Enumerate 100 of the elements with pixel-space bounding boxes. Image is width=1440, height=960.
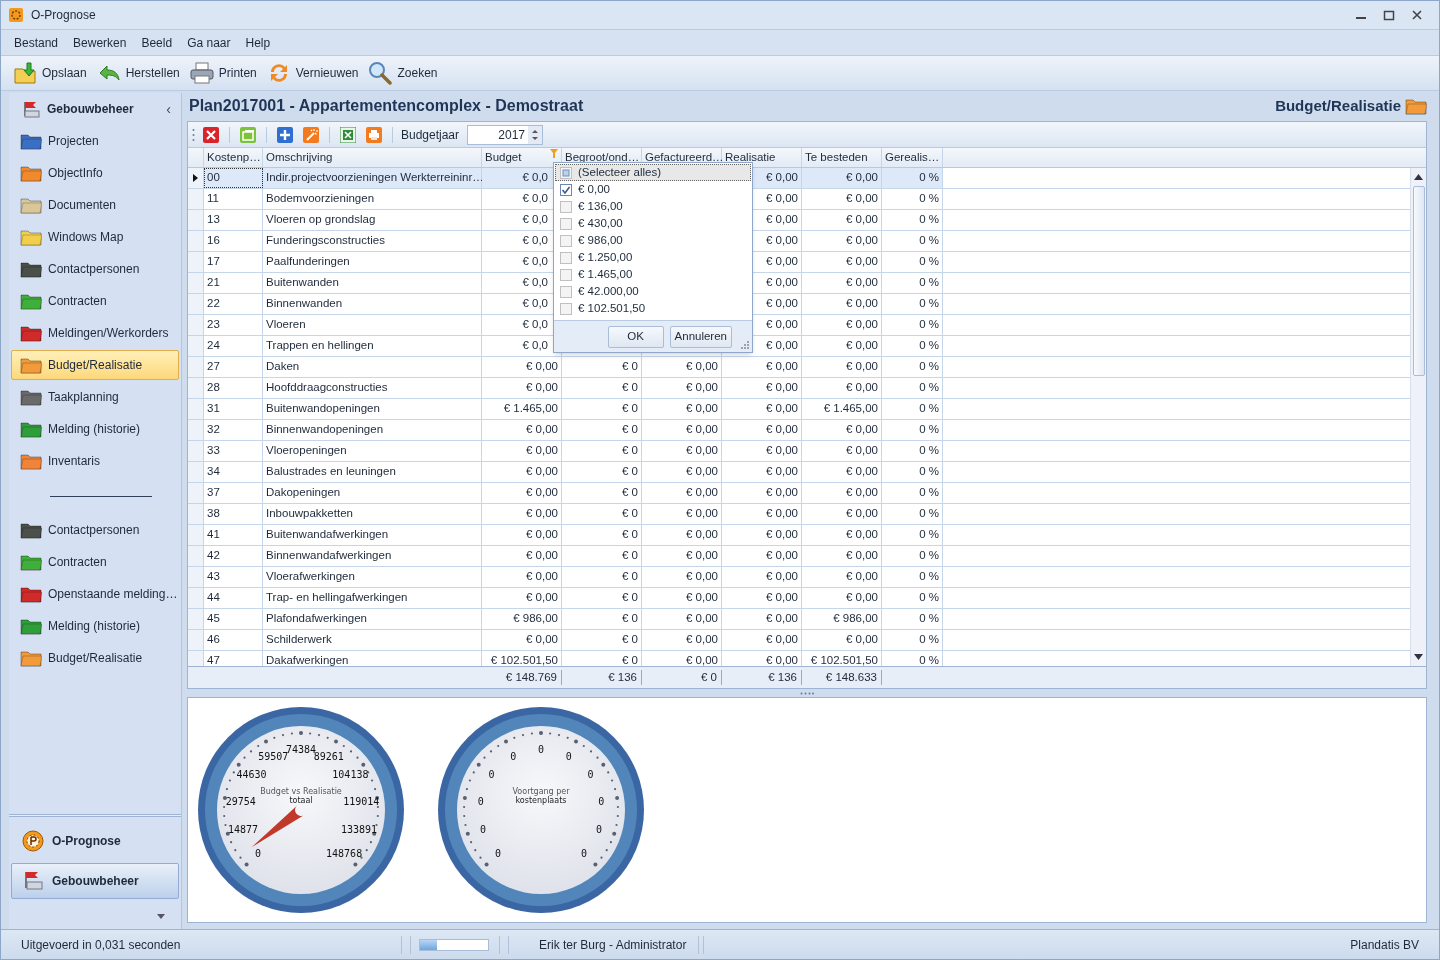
gauge-label: 0 [488,769,495,781]
table-cell: 24 [204,336,263,356]
sidebar-item[interactable]: Meldingen/Werkorders [11,318,179,348]
checkbox[interactable] [560,217,572,230]
sidebar-item[interactable]: Documenten [11,190,179,220]
row-indicator-icon [193,174,198,182]
menu-item[interactable]: Help [238,31,278,54]
checkbox[interactable] [560,285,572,298]
add-icon[interactable] [277,126,293,143]
search-icon[interactable] [368,61,393,85]
close-icon[interactable] [1411,9,1423,21]
filter-option[interactable]: (Selecteer alles) [555,164,751,181]
table-cell: 34 [204,462,263,482]
table-cell: Hoofddraagconstructies [263,378,482,398]
sidebar-item[interactable]: Openstaande melding… [11,579,179,609]
table-cell: Schilderwerk [263,630,482,650]
column-header[interactable]: Te besteden [802,148,882,167]
dialog-button[interactable]: Annuleren [669,325,732,348]
sidebar-item[interactable]: Budget/Realisatie [11,643,179,673]
checkbox[interactable] [560,234,572,247]
scroll-down-icon[interactable] [1414,654,1423,660]
total-cell-text: € 136 [608,669,637,685]
menu-item[interactable]: Beeld [134,31,180,54]
delete-icon[interactable] [203,126,219,143]
sidebar-item[interactable]: Budget/Realisatie [11,350,179,380]
menu-item[interactable]: Bestand [7,31,66,54]
window-icon[interactable] [240,126,256,143]
table-cell: Dakopeningen [263,483,482,503]
table-cell: 37 [204,483,263,503]
table-cell: € 0,00 [482,588,562,608]
module-button[interactable]: Gebouwbeheer [11,863,179,899]
scroll-up-icon[interactable] [1414,174,1423,180]
table-cell: € 986,00 [802,609,882,629]
table-cell: € 0,00 [482,441,562,461]
sidebar-item[interactable]: Contracten [11,286,179,316]
table-cell: € 0,00 [802,168,882,188]
toolbar-button[interactable]: Printen [218,64,257,82]
sidebar-item[interactable]: Melding (historie) [11,414,179,444]
toolbar-button[interactable]: Herstellen [125,64,180,82]
column-header[interactable]: Omschrijving [263,148,482,167]
module-button[interactable]: O-Prognose [11,823,179,859]
spinner-icon[interactable] [528,125,543,144]
table-cell: 27 [204,357,263,377]
toolbar-button[interactable]: Vernieuwen [295,64,359,82]
sidebar-item[interactable]: Taakplanning [11,382,179,412]
table-cell: 0 % [882,483,943,503]
app-icon [9,8,23,22]
checkbox[interactable] [560,200,572,213]
status-user: Erik ter Burg - Administrator [539,936,687,954]
toolbar-button[interactable]: Zoeken [397,64,438,82]
year-field[interactable]: 2017 [467,124,544,145]
wand-icon[interactable] [303,126,319,143]
column-header[interactable]: Kostenp… [204,148,263,167]
table-cell: Indir.projectvoorzieningen Werkterreininr… [263,168,482,188]
save-icon[interactable] [13,61,37,85]
table-cell: € 0,00 [722,441,802,461]
gauge-label: 0 [494,848,501,860]
print-icon[interactable] [366,126,382,143]
checkbox[interactable] [560,251,572,264]
sidebar-item[interactable]: Melding (historie) [11,611,179,641]
collapse-button[interactable]: ‹ [166,102,171,116]
table-cell: 0 % [882,504,943,524]
sidebar-item[interactable]: Windows Map [11,222,179,252]
splitter-grip-icon[interactable] [800,691,814,695]
table-cell: Binnenwandafwerkingen [263,546,482,566]
table-cell: € 0,00 [802,231,882,251]
table-cell: 13 [204,210,263,230]
sidebar-item[interactable]: Projecten [11,126,179,156]
sidebar-item[interactable]: Contactpersonen [11,515,179,545]
checkbox[interactable] [560,302,572,315]
toolbar-button[interactable]: Opslaan [42,64,87,82]
maximize-icon[interactable] [1383,9,1395,21]
sidebar-item[interactable]: Contactpersonen [11,254,179,284]
dialog-button[interactable]: OK [607,325,664,348]
table-cell: 23 [204,315,263,335]
column-header[interactable]: Gerealis… [882,148,943,167]
sidebar-item[interactable]: Contracten [11,547,179,577]
scrollbar-thumb[interactable] [1412,186,1425,376]
table-cell: € 0,00 [722,609,802,629]
checkbox[interactable] [560,183,572,196]
spreadsheet-icon[interactable] [340,126,356,143]
row-header[interactable] [188,168,204,188]
table-cell: € 0 [562,462,642,482]
caret-icon[interactable] [157,913,165,919]
table-cell: 42 [204,546,263,566]
table-cell: € 0,00 [642,567,722,587]
filter-icon[interactable] [550,149,558,158]
table-cell: € 0,00 [642,504,722,524]
grip-icon[interactable] [192,127,195,142]
table-cell: 45 [204,609,263,629]
table-cell: € 0,00 [802,483,882,503]
table-cell: € 0 [562,378,642,398]
sidebar-item[interactable]: ObjectInfo [11,158,179,188]
printer-icon[interactable] [189,61,214,85]
menu-item[interactable]: Bewerken [66,31,134,54]
checkbox[interactable] [560,166,572,179]
checkbox[interactable] [560,268,572,281]
sidebar-item[interactable]: Inventaris [11,446,179,476]
resize-grip-icon[interactable] [741,341,749,349]
menu-item[interactable]: Ga naar [180,31,238,54]
